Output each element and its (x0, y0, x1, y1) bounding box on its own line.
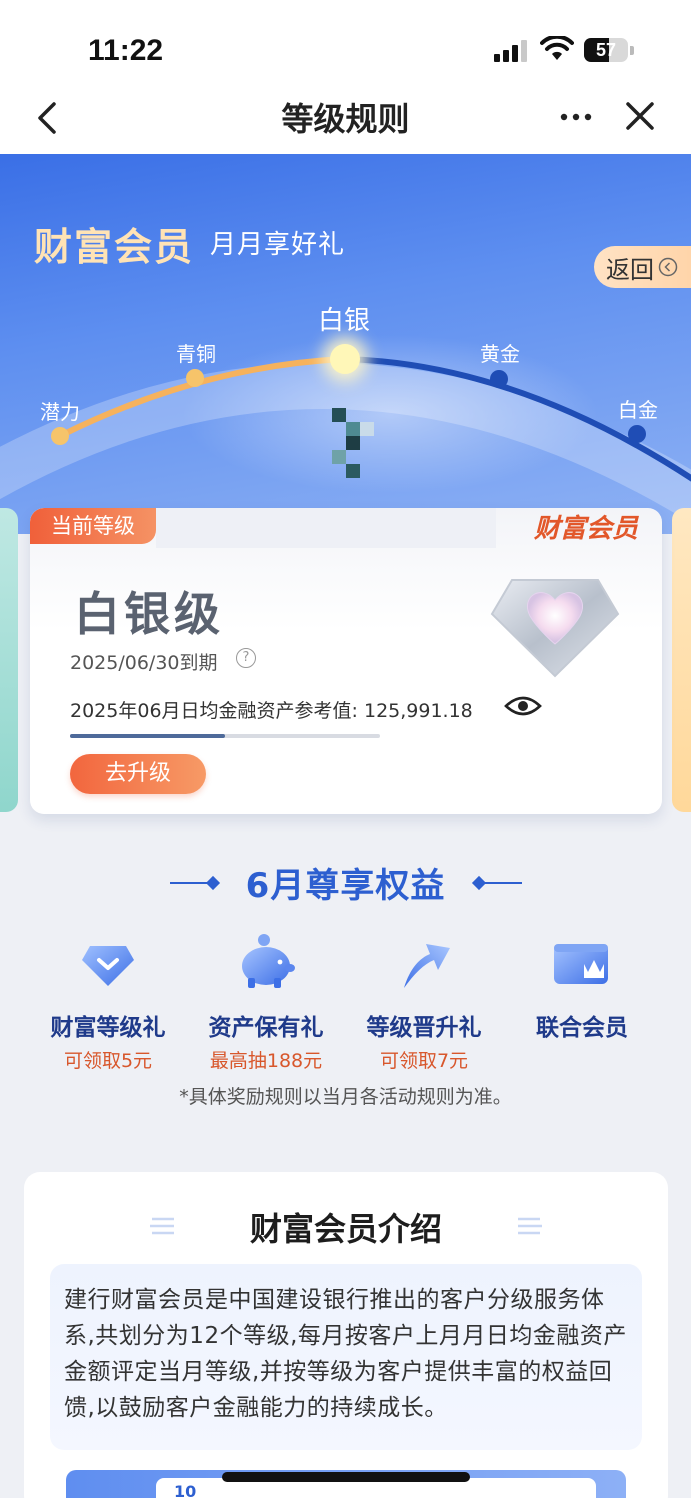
benefit-name: 财富等级礼 (50, 1015, 166, 1041)
benefits-title: 6月尊享权益 (245, 866, 446, 906)
intro-deco-right-icon (518, 1217, 542, 1235)
hero-subtitle: 月月享好礼 (210, 230, 346, 260)
battery-level: 57 (595, 40, 617, 60)
benefit-asset-holding-gift[interactable]: 资产保有礼 最高抽188元 (186, 930, 346, 1073)
benefit-sub: 最高抽188元 (209, 1050, 323, 1072)
close-icon[interactable] (620, 96, 660, 136)
level-label-1: 潜力 (40, 400, 80, 424)
diamond-badge-icon (82, 946, 134, 986)
current-level-tab: 当前等级 (30, 508, 156, 544)
next-level-card-peek[interactable] (672, 508, 691, 812)
cellular-signal-icon (494, 40, 530, 62)
benefit-sub: 可领取5元 (63, 1050, 153, 1072)
level-expiry: 2025/06/30到期 (70, 652, 218, 674)
help-question-icon[interactable]: ? (236, 648, 256, 668)
up-arrow-icon (404, 944, 450, 988)
level-node-3[interactable] (330, 344, 360, 374)
level-node-5[interactable] (628, 425, 646, 443)
card-brand-logo: 财富会员 (533, 514, 638, 544)
prev-level-card-peek[interactable] (0, 508, 18, 812)
level-label-2: 青铜 (176, 342, 216, 366)
battery-tip (630, 46, 634, 55)
current-level-card: 当前等级 财富会员 白银级 2025/06/30到期 ? 2025年06月日均金… (30, 508, 662, 814)
level-node-1[interactable] (51, 427, 69, 445)
level-title: 白银级 (74, 587, 224, 641)
hero-banner: 潜力 青铜 白银黄金白金 财富会员 月月享好礼 返回 (0, 154, 691, 534)
eye-icon[interactable] (504, 692, 542, 720)
level-node-2[interactable] (186, 369, 204, 387)
level-progress-fill (70, 734, 225, 738)
nav-bar: 等级规则 (0, 88, 691, 154)
more-icon[interactable] (556, 100, 596, 134)
return-button-label: 返回 (606, 255, 654, 284)
benefit-name: 联合会员 (536, 1015, 628, 1041)
level-progress-track (70, 734, 380, 738)
intro-text: 建行财富会员是中国建设银行推出的客户分级服务体系,共划分为12个等级,每月按客户… (50, 1264, 642, 1450)
level-table-number: 10 (174, 1482, 197, 1498)
asset-reference: 2025年06月日均金融资产参考值: 125,991.18 (70, 696, 473, 723)
asset-value: 125,991.18 (363, 700, 473, 722)
hero-title: 财富会员 (34, 225, 195, 269)
battery-icon: 57 (584, 38, 628, 62)
status-time: 11:22 (88, 34, 164, 67)
intro-card: 财富会员介绍 建行财富会员是中国建设银行推出的客户分级服务体系,共划分为12个等… (24, 1172, 668, 1498)
silver-diamond-icon (490, 579, 620, 678)
level-node-4[interactable] (490, 370, 508, 388)
avatar-pixelated (318, 408, 388, 494)
home-indicator[interactable] (222, 1472, 470, 1482)
benefit-wealth-level-gift[interactable]: 财富等级礼 可领取5元 (28, 930, 188, 1073)
crown-card-icon (554, 944, 608, 984)
level-label-4: 黄金 (480, 342, 520, 366)
piggy-bank-icon (242, 934, 295, 988)
upgrade-button[interactable]: 去升级 (70, 754, 206, 794)
status-bar: 11:22 57 (0, 0, 691, 88)
level-label-3: 白银 (318, 306, 371, 336)
card-header-band (156, 508, 496, 548)
benefit-note: *具体奖励规则以当月各活动规则为准。 (179, 1086, 512, 1108)
benefit-level-upgrade-gift[interactable]: 等级晋升礼 可领取7元 (344, 930, 504, 1073)
benefit-sub: 可领取7元 (379, 1050, 469, 1072)
benefit-joint-membership[interactable]: 联合会员 (502, 930, 662, 1046)
level-label-5: 白金 (618, 398, 658, 422)
asset-label: 2025年06月日均金融资产参考值: (70, 700, 358, 722)
return-chevron-icon (658, 257, 678, 277)
intro-title: 财富会员介绍 (249, 1210, 442, 1248)
wifi-icon (540, 36, 574, 60)
benefit-name: 等级晋升礼 (366, 1015, 482, 1041)
benefit-name: 资产保有礼 (208, 1015, 324, 1041)
return-button[interactable]: 返回 (594, 246, 691, 288)
